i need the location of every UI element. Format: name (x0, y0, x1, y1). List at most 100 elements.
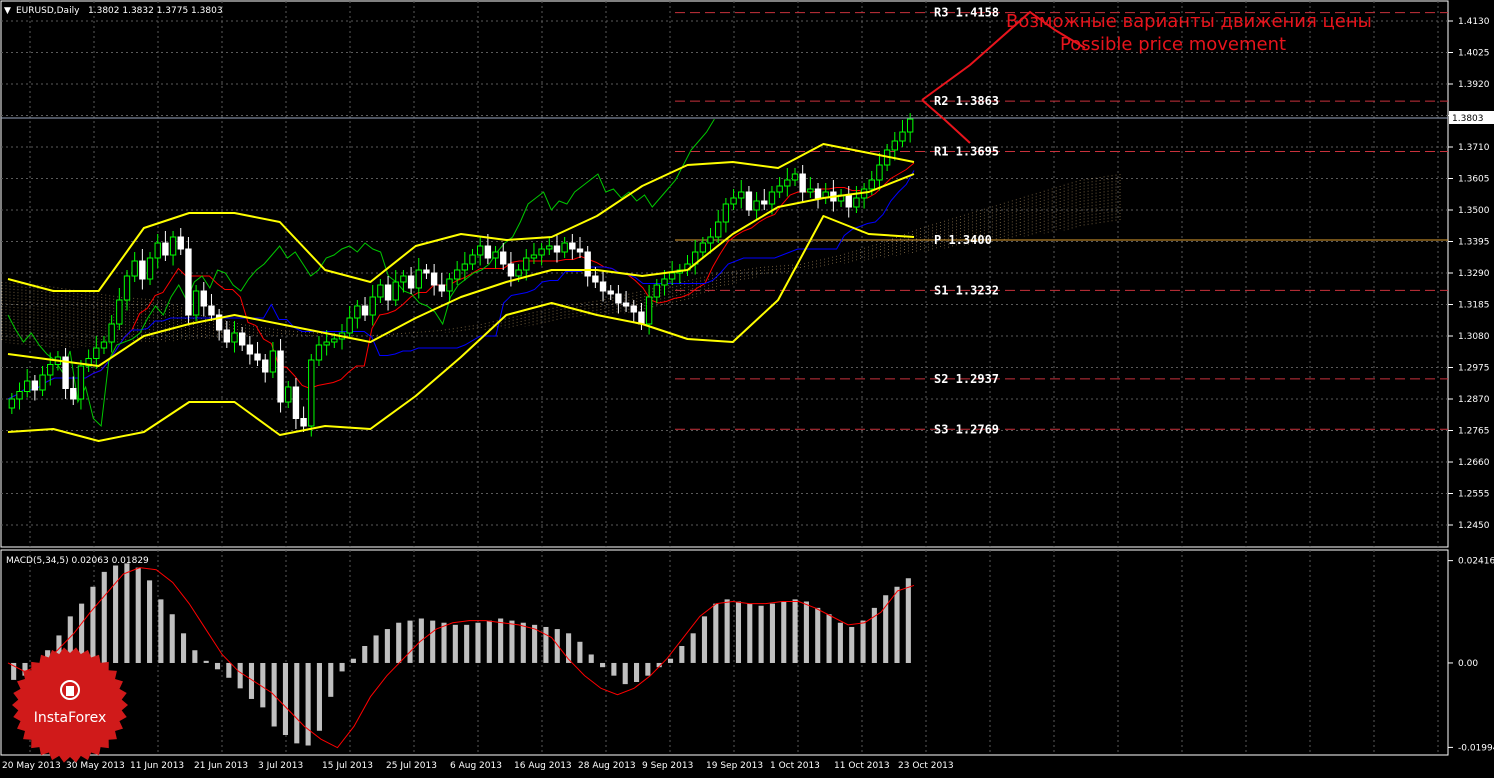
candle-body[interactable] (292, 386, 300, 419)
candle-body[interactable] (108, 323, 115, 343)
candle-body[interactable] (853, 197, 860, 208)
candle-body[interactable] (615, 293, 622, 304)
candle-body[interactable] (139, 260, 146, 280)
candle-body[interactable] (546, 245, 553, 250)
chart-svg[interactable]: R3 1.4158 R2 1.3863 R1 1.3695 P 1.3400 S1 1.… (0, 0, 1494, 774)
candle-body[interactable] (162, 242, 169, 256)
candle-body[interactable] (208, 305, 215, 316)
candle-body[interactable] (93, 347, 100, 359)
candle-body[interactable] (453, 269, 461, 280)
candle-body[interactable] (845, 194, 852, 208)
candle-body[interactable] (70, 388, 77, 400)
candle-body[interactable] (530, 254, 538, 259)
candle-body[interactable] (776, 185, 783, 193)
candle-body[interactable] (246, 344, 254, 355)
candle-body[interactable] (707, 236, 714, 244)
candle-body[interactable] (653, 284, 660, 298)
candle-body[interactable] (799, 173, 806, 193)
candle-body[interactable] (407, 275, 415, 289)
candle-body[interactable] (262, 359, 269, 373)
candle-body[interactable] (906, 118, 914, 133)
candle-body[interactable] (146, 257, 154, 280)
candle-body[interactable] (569, 242, 576, 250)
candle-body[interactable] (400, 275, 407, 283)
candle-body[interactable] (31, 380, 39, 391)
candle-body[interactable] (377, 284, 384, 298)
candle-body[interactable] (715, 221, 722, 238)
candle-body[interactable] (169, 236, 177, 256)
candle-body[interactable] (415, 269, 422, 289)
candle-body[interactable] (477, 245, 484, 256)
candle-body[interactable] (254, 353, 261, 361)
candle-body[interactable] (16, 391, 23, 400)
candle-body[interactable] (584, 251, 591, 277)
candle-body[interactable] (791, 173, 799, 181)
candle-body[interactable] (899, 131, 906, 142)
candle-body[interactable] (745, 191, 753, 211)
candle-body[interactable] (200, 290, 207, 307)
candle-body[interactable] (446, 278, 453, 292)
candle-body[interactable] (123, 275, 131, 301)
candle-body[interactable] (8, 398, 16, 409)
candle-body[interactable] (768, 191, 776, 205)
candle-body[interactable] (177, 236, 184, 250)
candle-body[interactable] (738, 191, 745, 199)
candle-body[interactable] (599, 281, 607, 292)
candle-body[interactable] (699, 242, 707, 253)
candle-body[interactable] (100, 341, 108, 349)
candle-body[interactable] (784, 179, 791, 187)
candle-body[interactable] (154, 242, 161, 259)
candle-body[interactable] (116, 299, 123, 325)
candle-body[interactable] (891, 140, 898, 151)
candle-body[interactable] (668, 272, 676, 280)
candle-body[interactable] (223, 329, 231, 343)
candle-body[interactable] (622, 302, 630, 307)
candle-body[interactable] (285, 386, 292, 403)
candle-body[interactable] (661, 278, 668, 286)
candle-body[interactable] (308, 359, 315, 427)
candle-body[interactable] (346, 317, 353, 334)
candle-body[interactable] (507, 263, 515, 277)
candle-body[interactable] (369, 296, 376, 316)
candle-body[interactable] (469, 254, 476, 265)
candle-body[interactable] (24, 380, 31, 392)
candle-body[interactable] (47, 364, 54, 376)
candle-body[interactable] (269, 350, 277, 373)
candle-body[interactable] (500, 251, 507, 265)
candle-body[interactable] (238, 332, 246, 346)
candle-body[interactable] (630, 305, 637, 313)
candle-body[interactable] (492, 251, 499, 259)
candle-body[interactable] (430, 272, 438, 286)
candle-body[interactable] (553, 245, 561, 253)
candle-body[interactable] (561, 242, 568, 253)
candle-body[interactable] (868, 179, 875, 190)
candle-body[interactable] (807, 188, 814, 193)
candle-body[interactable] (538, 248, 545, 256)
candle-body[interactable] (315, 344, 323, 361)
candle-body[interactable] (384, 284, 392, 301)
candle-body[interactable] (438, 284, 445, 292)
candle-body[interactable] (461, 263, 469, 271)
candle-body[interactable] (361, 305, 369, 316)
candle-body[interactable] (576, 248, 584, 253)
candle-body[interactable] (515, 269, 522, 277)
candle-body[interactable] (231, 332, 238, 343)
candle-body[interactable] (39, 374, 46, 391)
candle-body[interactable] (645, 296, 653, 325)
candle-body[interactable] (607, 290, 614, 295)
candle-body[interactable] (484, 245, 492, 259)
candle-body[interactable] (300, 418, 307, 427)
candle-body[interactable] (730, 197, 737, 205)
candle-body[interactable] (722, 203, 730, 223)
candle-body[interactable] (761, 200, 768, 205)
candle-body[interactable] (423, 269, 430, 274)
mt4-chart-window[interactable]: R3 1.4158 R2 1.3863 R1 1.3695 P 1.3400 S1 1.… (0, 0, 1494, 774)
candle-body[interactable] (814, 188, 822, 199)
candle-body[interactable] (876, 164, 883, 181)
candle-body[interactable] (523, 257, 530, 271)
candle-body[interactable] (185, 248, 192, 316)
candle-body[interactable] (354, 305, 361, 319)
candle-body[interactable] (392, 281, 399, 301)
candle-body[interactable] (323, 341, 330, 346)
candle-body[interactable] (131, 260, 138, 277)
